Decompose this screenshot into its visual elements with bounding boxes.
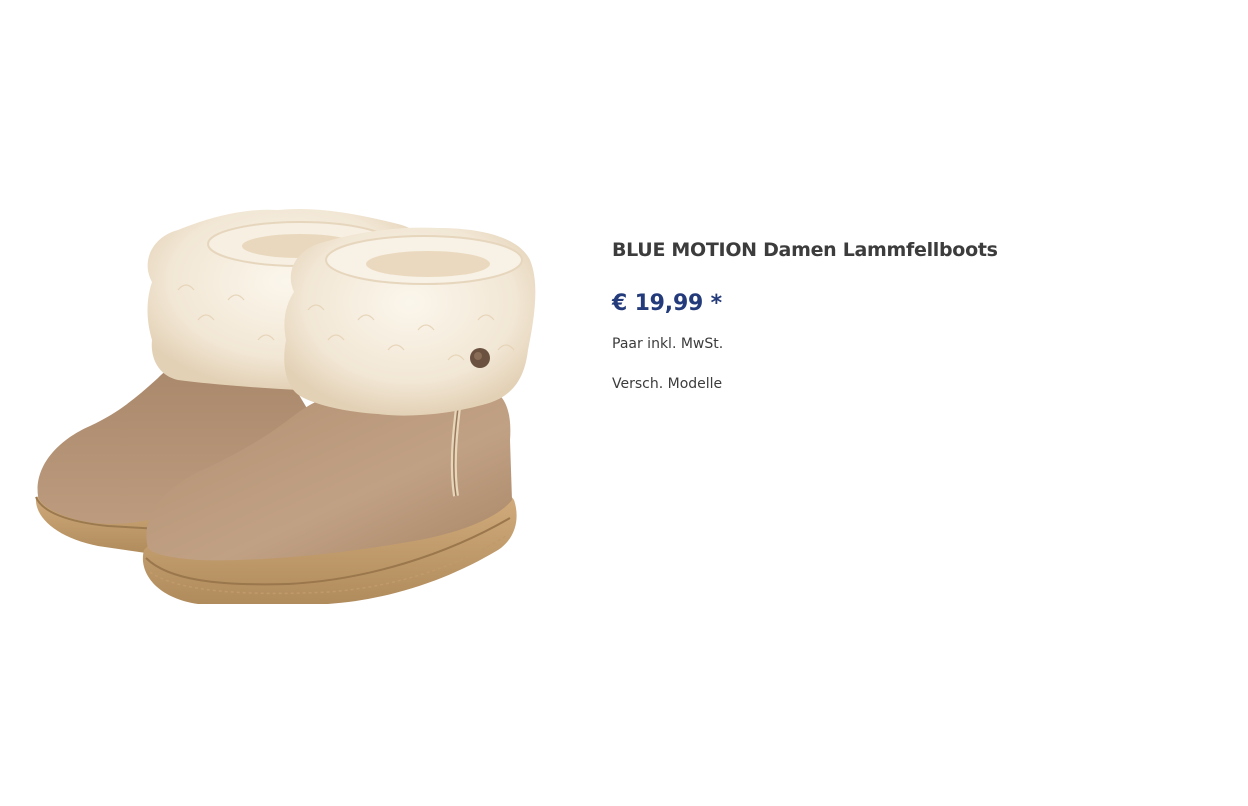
product-info: BLUE MOTION Damen Lammfellboots € 19,99 …	[612, 236, 1212, 394]
variants-note: Versch. Modelle	[612, 376, 723, 392]
boots-image	[35, 208, 536, 604]
product-price: € 19,99 *	[612, 291, 722, 316]
price-unit-note: Paar inkl. MwSt.	[612, 336, 724, 352]
product-title[interactable]: BLUE MOTION Damen Lammfellboots	[612, 236, 1212, 264]
product-image[interactable]	[28, 200, 538, 615]
